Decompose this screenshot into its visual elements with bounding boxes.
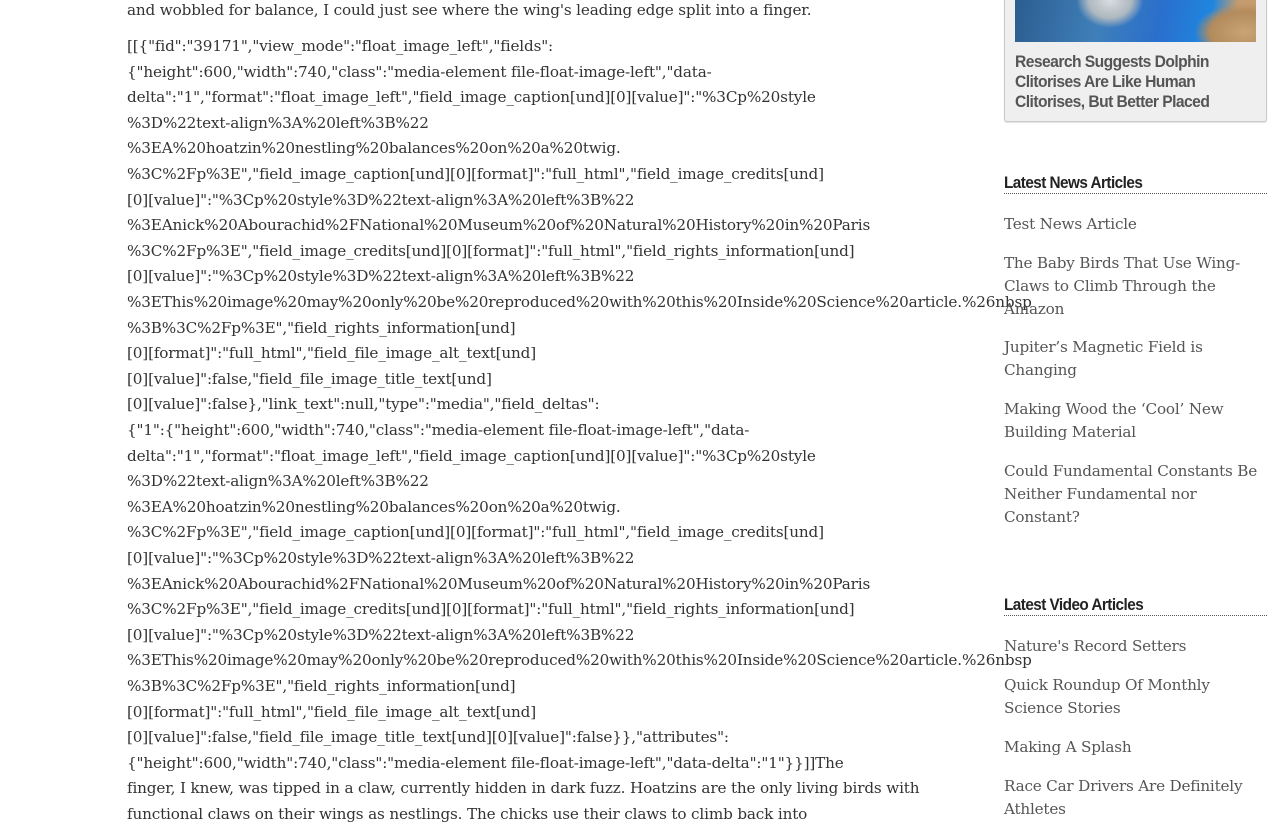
article-paragraph-line: %3D%22text-align%3A%20left%3B%22: [127, 113, 429, 132]
article-paragraph-line: delta":"1","format":"float_image_left","…: [127, 446, 816, 465]
news-article-link-line: Making Wood the ‘Cool’ New: [1004, 400, 1224, 418]
news-article-link-line: Constant?: [1004, 508, 1080, 526]
article-paragraph-line: %3B%3C%2Fp%3E","field_rights_information…: [127, 677, 516, 695]
featured-article-title[interactable]: Research Suggests Dolphin Clitorises Are…: [1015, 52, 1240, 112]
article-paragraph-line: %3EThis%20image%20may%20only%20be%20repr…: [127, 293, 1032, 311]
latest-news-heading: Latest News Articles: [1004, 173, 1267, 194]
video-article-link[interactable]: Nature's Record Setters: [1004, 635, 1267, 658]
news-article-link-line: Amazon: [1004, 300, 1065, 318]
news-article-link-line: Test News Article: [1004, 215, 1137, 233]
article-paragraph-line: %3C%2Fp%3E","field_image_credits[und][0]…: [127, 241, 855, 260]
article-paragraph-line: [0][value]":false},"link_text":null,"typ…: [127, 395, 600, 414]
article-paragraph-line: [0][format]":"full_html","field_file_ima…: [127, 702, 536, 721]
article-paragraph-line: [0][value]":"%3Cp%20style%3D%22text-alig…: [127, 267, 635, 286]
news-article-link[interactable]: Test News Article: [1004, 213, 1267, 236]
news-article-link-line: Claws to Climb Through the: [1004, 277, 1216, 295]
article-paragraph-line: [0][value]":"%3Cp%20style%3D%22text-alig…: [127, 625, 635, 644]
article-paragraph-line: [0][value]":false,"field_file_image_titl…: [127, 369, 492, 388]
news-article-link-line: Neither Fundamental nor: [1004, 485, 1197, 503]
news-article-link-line: The Baby Birds That Use Wing-: [1004, 254, 1241, 272]
article-paragraph-line: delta":"1","format":"float_image_left","…: [127, 88, 816, 107]
article-paragraph-line: [0][value]":false,"field_file_image_titl…: [127, 728, 729, 747]
video-article-link[interactable]: Making A Splash: [1004, 736, 1267, 759]
video-article-link-line: Making A Splash: [1004, 738, 1132, 756]
latest-news-heading-text: Latest News Articles: [1004, 173, 1143, 192]
news-article-link[interactable]: Making Wood the ‘Cool’ New Building Mater…: [1004, 398, 1267, 444]
news-article-link-line: Building Material: [1004, 423, 1136, 441]
article-paragraph-line: functional claws on their wings as nestl…: [127, 805, 808, 823]
article-paragraph-line: {"1":{"height":600,"width":740,"class":"…: [127, 421, 750, 439]
article-paragraph-line: {"height":600,"width":740,"class":"media…: [127, 62, 712, 81]
news-article-link[interactable]: Could Fundamental Constants Be Neither Fu…: [1004, 460, 1267, 529]
video-article-link-line: Race Car Drivers Are Definitely: [1004, 777, 1243, 795]
article-paragraph-line: %3C%2Fp%3E","field_image_credits[und][0]…: [127, 600, 855, 619]
article-paragraph-line: %3EThis%20image%20may%20only%20be%20repr…: [127, 651, 1032, 670]
article-paragraph-line: [0][format]":"full_html","field_file_ima…: [127, 344, 536, 363]
article-paragraph-line: %3C%2Fp%3E","field_image_caption[und][0]…: [127, 165, 824, 183]
article-paragraph-line: [[{"fid":"39171","view_mode":"float_imag…: [127, 37, 554, 55]
article-paragraph-line: [0][value]":"%3Cp%20style%3D%22text-alig…: [127, 549, 635, 567]
article-paragraph-line: %3B%3C%2Fp%3E","field_rights_information…: [127, 318, 516, 337]
video-article-link[interactable]: Quick Roundup Of Monthly Science Stories: [1004, 674, 1267, 720]
article-paragraph-line: [0][value]":"%3Cp%20style%3D%22text-alig…: [127, 190, 635, 209]
article-paragraph-line: finger, I knew, was tipped in a claw, cu…: [127, 779, 920, 798]
article-paragraph-line: %3D%22text-align%3A%20left%3B%22: [127, 472, 429, 491]
featured-article-card[interactable]: Research Suggests Dolphin Clitorises Are…: [1004, 0, 1267, 122]
news-article-link[interactable]: Jupiter’s Magnetic Field is Changing: [1004, 336, 1267, 382]
latest-video-heading: Latest Video Articles: [1004, 595, 1267, 616]
article-paragraph-line: %3C%2Fp%3E","field_image_caption[und][0]…: [127, 523, 824, 542]
article-paragraph-line: and wobbled for balance, I could just se…: [127, 1, 812, 19]
video-article-link[interactable]: Race Car Drivers Are Definitely Athletes: [1004, 775, 1267, 821]
article-paragraph-line: %3EAnick%20Abourachid%2FNational%20Museu…: [127, 574, 871, 593]
news-article-link-line: Could Fundamental Constants Be: [1004, 462, 1257, 480]
article-paragraph-line: %3EAnick%20Abourachid%2FNational%20Museu…: [127, 216, 871, 235]
latest-video-heading-text: Latest Video Articles: [1004, 595, 1144, 614]
featured-title-line: Clitorises Are Like Human: [1015, 72, 1196, 91]
article-paragraph-line: %3EA%20hoatzin%20nestling%20balances%20o…: [127, 497, 621, 516]
news-article-link-line: Changing: [1004, 361, 1077, 379]
news-article-link-line: Jupiter’s Magnetic Field is: [1004, 338, 1203, 356]
video-article-link-line: Science Stories: [1004, 699, 1121, 717]
video-article-link-line: Quick Roundup Of Monthly: [1004, 676, 1210, 694]
featured-title-line: Research Suggests Dolphin: [1015, 52, 1209, 71]
news-article-link[interactable]: The Baby Birds That Use Wing- Claws to Cl…: [1004, 252, 1267, 321]
featured-title-line: Clitorises, But Better Placed: [1015, 92, 1210, 111]
article-paragraph-line: {"height":600,"width":740,"class":"media…: [127, 753, 844, 772]
video-article-link-line: Nature's Record Setters: [1004, 637, 1187, 655]
article-paragraph-line: %3EA%20hoatzin%20nestling%20balances%20o…: [127, 139, 621, 158]
featured-article-image[interactable]: [1015, 0, 1256, 42]
